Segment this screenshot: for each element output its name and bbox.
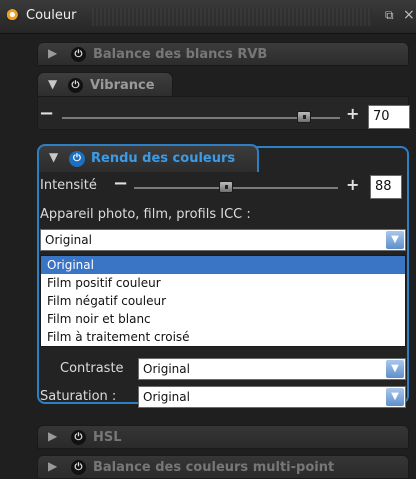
expand-arrow-icon[interactable]: ▶ — [48, 459, 57, 473]
contraste-selected-value: Original — [143, 362, 190, 376]
detach-icon[interactable]: ⧉ — [385, 8, 394, 23]
intensite-decrease-button[interactable]: − — [113, 173, 128, 194]
titlebar-grip[interactable] — [92, 8, 372, 26]
profile-dropdown-list[interactable]: Original Film positif couleur Film négat… — [40, 255, 406, 347]
dropdown-option[interactable]: Original — [41, 256, 405, 274]
power-toggle-icon[interactable]: ⏻ — [71, 47, 86, 62]
power-toggle-icon[interactable]: ⏻ — [68, 78, 83, 93]
intensite-increase-button[interactable]: + — [346, 175, 359, 194]
chevron-down-icon[interactable]: ▼ — [386, 360, 404, 378]
power-toggle-icon[interactable]: ⏻ — [71, 430, 86, 445]
collapse-arrow-icon[interactable]: ▼ — [48, 77, 57, 91]
expand-arrow-icon[interactable]: ▶ — [48, 46, 57, 60]
dropdown-option[interactable]: Film positif couleur — [41, 274, 405, 292]
expand-arrow-icon[interactable]: ▶ — [48, 429, 57, 443]
contraste-select[interactable]: Original ▼ — [138, 358, 406, 380]
power-toggle-icon[interactable]: ⏻ — [71, 460, 86, 475]
profile-label: Appareil photo, film, profils ICC : — [40, 207, 251, 222]
intensite-value-input[interactable]: 88 — [370, 175, 402, 199]
section-multipoint[interactable]: ▶ ⏻ Balance des couleurs multi-point — [37, 455, 409, 479]
section-hsl[interactable]: ▶ ⏻ HSL — [37, 425, 409, 449]
section-label: Balance des blancs RVB — [93, 47, 268, 62]
section-label: Balance des couleurs multi-point — [93, 460, 335, 475]
section-label: HSL — [93, 430, 122, 445]
intensite-slider-thumb[interactable] — [219, 181, 233, 193]
intensite-label: Intensité — [40, 178, 97, 193]
contraste-label: Contraste — [60, 361, 124, 376]
saturation-select[interactable]: Original ▼ — [138, 386, 406, 408]
app-logo-icon — [6, 9, 20, 23]
section-label: Vibrance — [90, 78, 155, 93]
window-title: Couleur — [26, 8, 77, 23]
collapse-arrow-icon[interactable]: ▼ — [49, 150, 58, 164]
vibrance-value-input[interactable]: 70 — [368, 105, 410, 129]
dropdown-option[interactable]: Film à traitement croisé — [41, 328, 405, 346]
saturation-selected-value: Original — [143, 390, 190, 404]
profile-select[interactable]: Original ▼ — [40, 229, 406, 251]
profile-selected-value: Original — [45, 233, 92, 247]
section-vibrance[interactable]: ▼ ⏻ Vibrance — [37, 72, 173, 98]
window-titlebar: Couleur ⧉ × — [0, 0, 416, 34]
power-toggle-icon[interactable]: ⏻ — [69, 151, 85, 167]
section-label: Rendu des couleurs — [91, 151, 236, 166]
vibrance-increase-button[interactable]: + — [346, 104, 359, 123]
vibrance-decrease-button[interactable]: − — [39, 103, 54, 124]
close-icon[interactable]: × — [403, 7, 415, 23]
section-balance-rgb[interactable]: ▶ ⏻ Balance des blancs RVB — [37, 42, 409, 66]
saturation-label: Saturation : — [40, 389, 117, 404]
vibrance-slider-thumb[interactable] — [297, 111, 311, 123]
chevron-down-icon[interactable]: ▼ — [386, 388, 404, 406]
dropdown-option[interactable]: Film noir et blanc — [41, 310, 405, 328]
chevron-down-icon[interactable]: ▼ — [386, 231, 404, 249]
intensite-slider-track[interactable] — [134, 187, 338, 189]
section-rendu-couleurs[interactable]: ▼ ⏻ Rendu des couleurs — [37, 144, 259, 172]
dropdown-option[interactable]: Film négatif couleur — [41, 292, 405, 310]
